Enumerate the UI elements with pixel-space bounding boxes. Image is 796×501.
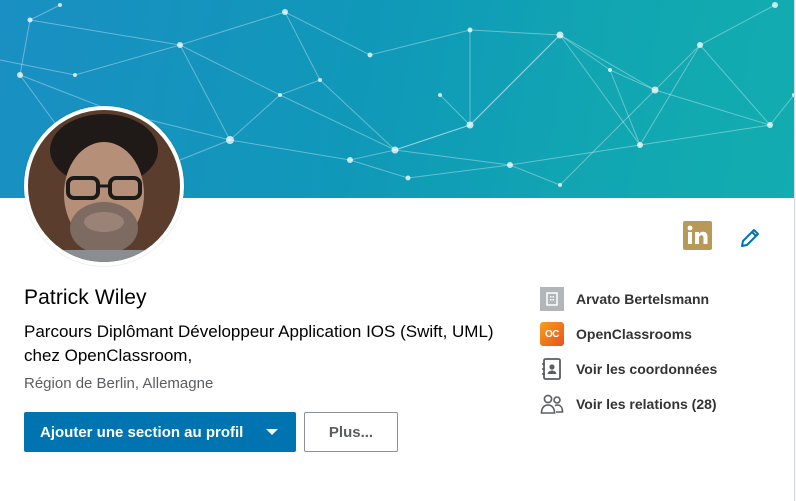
profile-location: Région de Berlin, Allemagne [24,375,214,392]
sidebar-item-connections[interactable]: Voir les relations (28) [540,391,717,417]
add-profile-section-label: Ajouter une section au profil [40,423,244,441]
sidebar-item-company[interactable]: Arvato Bertelsmann [540,286,709,312]
sidebar-item-label: Arvato Bertelsmann [576,291,710,307]
sidebar-item-label: OpenClassrooms [576,326,692,342]
sidebar-item-school[interactable]: OC OpenClassrooms [540,321,692,347]
more-button[interactable]: Plus... [304,412,398,452]
more-button-label: Plus... [328,423,374,441]
profile-avatar[interactable] [24,106,184,266]
contact-card-icon [540,357,564,381]
openclassrooms-logo-icon: OC [540,322,564,346]
edit-pencil-icon[interactable] [738,226,762,250]
profile-card: Patrick Wiley Parcours Diplômant Dévelop… [0,0,795,501]
caret-down-icon [266,429,278,435]
avatar-photo [28,110,180,262]
sidebar-item-label: Voir les relations (28) [576,396,717,412]
building-icon [540,287,564,311]
profile-headline: Parcours Diplômant Développeur Applicati… [24,322,494,365]
profile-name: Patrick Wiley [24,286,147,309]
sidebar-item-contact-info[interactable]: Voir les coordonnées [540,356,717,382]
linkedin-badge-icon[interactable] [683,221,712,250]
people-icon [540,392,564,416]
add-profile-section-button[interactable]: Ajouter une section au profil [24,412,296,452]
sidebar-item-label: Voir les coordonnées [576,361,718,377]
